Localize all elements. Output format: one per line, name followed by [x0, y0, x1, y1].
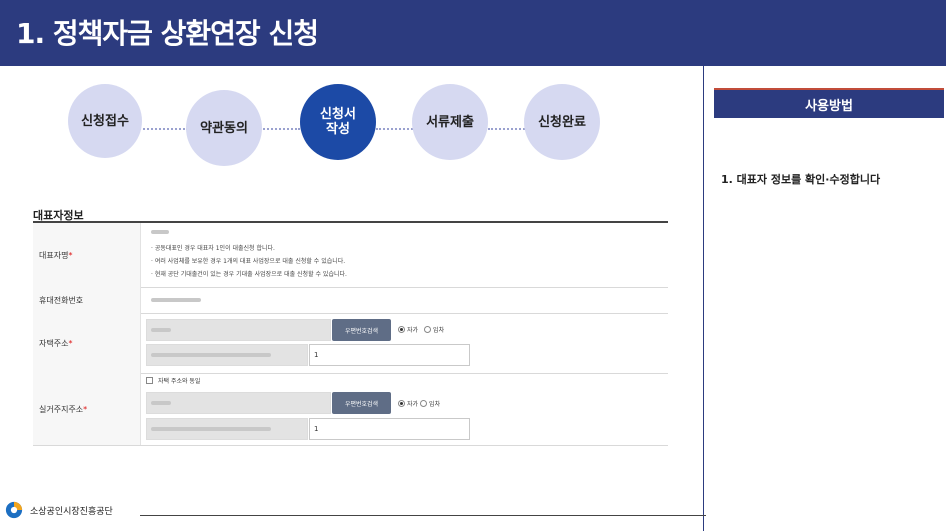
home-postcode-search-button[interactable]: 우편번호검색: [332, 319, 391, 341]
field-label: 대표자명: [39, 250, 69, 260]
usage-guide-item: 1. 대표자 정보를 확인·수정합니다: [721, 173, 881, 186]
home-own-radio[interactable]: [398, 326, 405, 333]
note-line: · 공동대표인 경우 대표자 1인이 대출신청 합니다.: [151, 245, 275, 252]
radio-label: 자가: [407, 401, 419, 408]
home-postcode-input[interactable]: [146, 319, 331, 341]
home-address-detail-input[interactable]: 1: [309, 344, 470, 366]
form-row-representative: 대표자명 * · 공동대표인 경우 대표자 1인이 대출신청 합니다. · 여러…: [33, 223, 668, 288]
required-mark: *: [83, 404, 88, 414]
step-connector: [136, 128, 188, 130]
masked-name: [151, 230, 169, 234]
field-label: 자택주소: [39, 338, 69, 348]
note-line: · 현재 공단 기대출건이 있는 경우 기대출 사업장으로 대출 신청할 수 있…: [151, 271, 347, 278]
org-logo-icon: [5, 501, 23, 519]
note-line: · 여러 사업체를 보유한 경우 1개의 대표 사업장으로 대출 신청할 수 있…: [151, 258, 346, 265]
required-mark: *: [68, 338, 73, 348]
step-connector: [376, 128, 416, 130]
same-as-home-checkbox[interactable]: [146, 377, 153, 384]
step-form-writing: 신청서 작성: [300, 84, 376, 160]
step-terms-agreement: 약관동의: [186, 90, 262, 166]
representative-form: 대표자명 * · 공동대표인 경우 대표자 1인이 대출신청 합니다. · 여러…: [33, 221, 668, 446]
masked-phone: [151, 298, 201, 302]
field-label: 실거주지주소: [39, 404, 84, 414]
step-application-complete: 신청완료: [524, 84, 600, 160]
required-mark: *: [68, 250, 73, 260]
residence-postcode-search-button[interactable]: 우편번호검색: [332, 392, 391, 414]
form-row-mobile: 휴대전화번호: [33, 287, 668, 314]
step-connector: [256, 128, 300, 130]
page-header: 1. 정책자금 상환연장 신청: [0, 0, 946, 66]
form-row-home-address: 자택주소 * 우편번호검색 자가 임차 1: [33, 313, 668, 374]
step-application-received: 신청접수: [68, 84, 142, 158]
home-rent-radio[interactable]: [424, 326, 432, 333]
radio-label: 자가: [407, 327, 419, 334]
usage-guide-header: 사용방법: [714, 88, 944, 118]
residence-rent-radio[interactable]: [420, 400, 428, 407]
form-row-residence-address: 실거주지주소 * 자택 주소와 동일 우편번호검색 자가 임차 1: [33, 373, 668, 446]
progress-steps: 신청접수 약관동의 신청서 작성 서류제출 신청완료: [68, 84, 624, 166]
footer-org-name: 소상공인시장진흥공단: [30, 507, 113, 517]
home-address-input[interactable]: [146, 344, 308, 366]
step-connector: [488, 128, 528, 130]
residence-own-radio[interactable]: [398, 400, 405, 407]
checkbox-label: 자택 주소와 동일: [158, 378, 201, 385]
residence-address-detail-input[interactable]: 1: [309, 418, 470, 440]
radio-label: 임차: [429, 401, 441, 408]
radio-label: 임차: [433, 327, 445, 334]
residence-address-input[interactable]: [146, 418, 308, 440]
field-label: 휴대전화번호: [39, 295, 84, 305]
footer-divider: [140, 515, 706, 516]
residence-postcode-input[interactable]: [146, 392, 331, 414]
panel-divider: [703, 66, 704, 531]
page-title: 1. 정책자금 상환연장 신청: [16, 17, 319, 50]
step-document-submit: 서류제출: [412, 84, 488, 160]
